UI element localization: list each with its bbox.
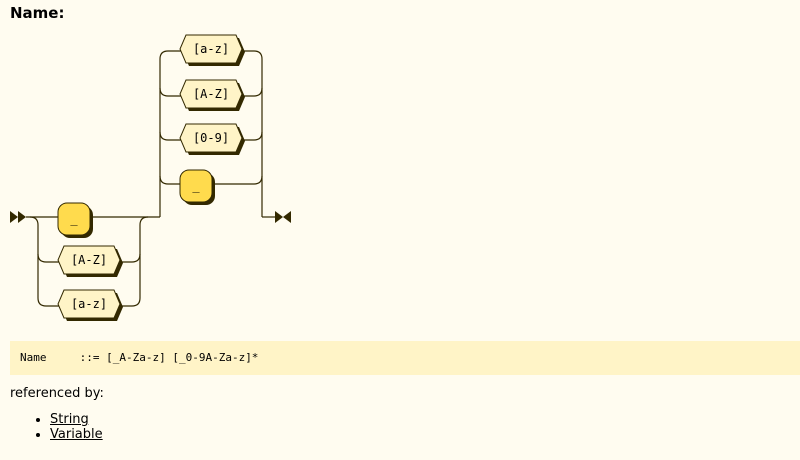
loop-terminal-underscore: _	[179, 169, 215, 205]
loop-charclass-lower: [a-z]	[179, 34, 245, 66]
production-title: Name:	[10, 4, 65, 22]
charclass-label: [A-Z]	[71, 253, 107, 267]
ebnf-definition: Name ::= [_A-Za-z] [_0-9A-Za-z]*	[10, 341, 800, 375]
terminal-label: _	[70, 212, 78, 226]
list-item: String	[50, 412, 103, 427]
reference-link-string[interactable]: String	[50, 412, 89, 427]
terminal-label: _	[192, 179, 200, 193]
loop-charclass-digit: [0-9]	[179, 123, 245, 155]
terminal-underscore: _	[57, 202, 93, 238]
charclass-label: [0-9]	[193, 131, 229, 145]
charclass-label: [a-z]	[193, 42, 229, 56]
end-marker	[275, 211, 291, 223]
referenced-by-label: referenced by:	[10, 386, 104, 401]
start-marker	[10, 211, 26, 223]
charclass-lower: [a-z]	[57, 289, 123, 321]
ebnf-name: Name	[20, 351, 47, 364]
reference-link-variable[interactable]: Variable	[50, 427, 103, 442]
railroad-diagram: _ [A-Z] [a-z] [a-z] [A-Z] [0-9] _	[10, 34, 291, 321]
charclass-label: [a-z]	[71, 297, 107, 311]
list-item: Variable	[50, 427, 103, 442]
loop-charclass-upper: [A-Z]	[179, 79, 245, 111]
charclass-upper: [A-Z]	[57, 245, 123, 277]
ebnf-rule: ::= [_A-Za-z] [_0-9A-Za-z]*	[79, 351, 259, 364]
referenced-by-list: String Variable	[32, 412, 103, 442]
charclass-label: [A-Z]	[193, 87, 229, 101]
